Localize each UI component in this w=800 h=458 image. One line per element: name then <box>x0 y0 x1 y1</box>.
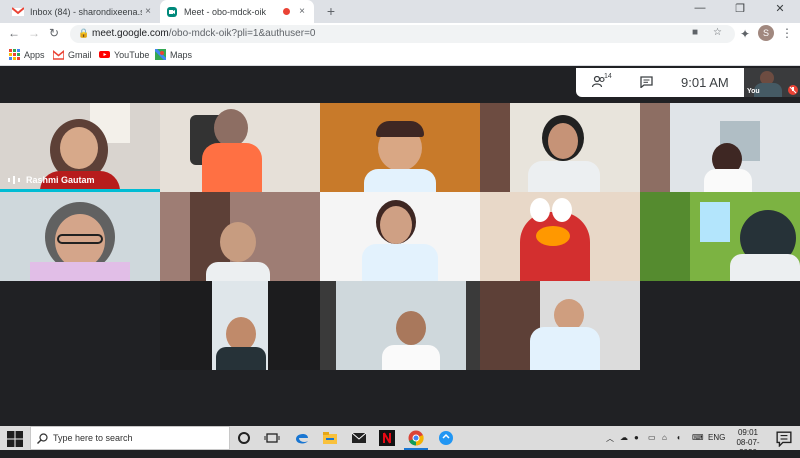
url-text: meet.google.com/obo-mdck-oik?pli=1&authu… <box>92 28 315 39</box>
edge-icon[interactable] <box>294 430 310 446</box>
meeting-ampm: AM <box>709 75 729 90</box>
recording-indicator-icon <box>283 8 290 15</box>
participant-tile[interactable] <box>160 281 320 370</box>
tray-chevron-icon[interactable]: ︿ <box>606 433 614 444</box>
chrome-icon[interactable] <box>408 430 424 446</box>
clock-date: 08-07-2020 <box>736 438 760 457</box>
new-tab-button[interactable]: + <box>322 3 340 19</box>
participant-count: 14 <box>604 73 612 80</box>
participant-tile[interactable] <box>640 192 800 281</box>
participant-name: Rashmi Gautam <box>26 175 95 185</box>
close-tab-icon[interactable]: × <box>296 6 308 17</box>
meet-info-bar: 14 9:01 AM <box>576 68 744 97</box>
system-clock[interactable]: 09:01 08-07-2020 <box>728 428 768 458</box>
netflix-icon[interactable] <box>379 430 395 446</box>
bookmark-maps[interactable]: Maps <box>155 49 192 60</box>
participant-tile[interactable] <box>480 192 640 281</box>
windows-start-icon[interactable] <box>7 431 23 447</box>
forward-icon[interactable]: → <box>26 26 42 40</box>
tab-title: Inbox (84) - sharondixeena.stanley <box>30 6 142 17</box>
network-icon[interactable]: ⌂ <box>662 433 667 442</box>
bookmark-youtube[interactable]: YouTube <box>99 49 149 60</box>
participant-tile[interactable] <box>320 281 480 370</box>
onedrive-icon[interactable]: ☁ <box>620 433 628 442</box>
bookmark-label: YouTube <box>114 49 150 60</box>
battery-icon[interactable]: ▭ <box>648 433 656 442</box>
apps-grid-icon <box>9 49 20 60</box>
lock-icon: 🔒 <box>78 28 90 38</box>
bookmark-label: Gmail <box>68 49 92 60</box>
mic-off-icon <box>788 85 798 95</box>
gmail-icon <box>12 6 24 16</box>
chat-icon[interactable] <box>640 76 653 88</box>
profile-avatar[interactable]: S <box>758 25 774 41</box>
bookmark-label: Maps <box>170 49 193 60</box>
participant-tile[interactable] <box>480 281 640 370</box>
participant-tile[interactable] <box>160 192 320 281</box>
minimize-button[interactable]: — <box>680 2 720 14</box>
keyboard-icon[interactable]: ⌨ <box>692 433 704 442</box>
browser-tab-strip: Inbox (84) - sharondixeena.stanley × Mee… <box>0 0 800 23</box>
bookmark-gmail[interactable]: Gmail <box>53 49 92 60</box>
browser-toolbar: ← → ↻ 🔒 meet.google.com/obo-mdck-oik?pli… <box>0 23 800 45</box>
self-label: You <box>747 88 760 95</box>
bookmarks-bar: Apps Gmail YouTube Maps <box>0 45 800 66</box>
back-icon[interactable]: ← <box>6 26 22 40</box>
reload-icon[interactable]: ↻ <box>46 26 62 40</box>
bookmark-label: Apps <box>24 49 45 60</box>
gmail-icon <box>53 50 64 60</box>
self-view-tile[interactable]: You <box>744 68 800 97</box>
url-path: /obo-mdck-oik?pli=1&authuser=0 <box>168 28 316 39</box>
blue-app-icon[interactable] <box>438 430 454 446</box>
maps-icon <box>155 49 166 60</box>
search-placeholder: Type here to search <box>53 433 133 443</box>
close-window-button[interactable]: ✕ <box>760 2 800 15</box>
participant-tile[interactable] <box>320 103 480 192</box>
meet-icon <box>167 6 177 17</box>
address-bar[interactable]: 🔒 meet.google.com/obo-mdck-oik?pli=1&aut… <box>70 25 735 43</box>
close-tab-icon[interactable]: × <box>142 6 154 17</box>
task-view-icon[interactable] <box>264 430 280 446</box>
camera-icon[interactable]: ■ <box>692 27 698 38</box>
youtube-icon <box>99 51 110 58</box>
tab-title: Meet - obo-mdck-oik <box>184 6 267 17</box>
bookmark-star-icon[interactable]: ☆ <box>713 27 722 38</box>
participant-tile[interactable] <box>480 103 640 192</box>
participant-tile[interactable] <box>0 192 160 281</box>
meeting-clock: 9:01 AM <box>681 75 729 90</box>
volume-icon[interactable]: ◖ <box>676 433 681 442</box>
participant-tile[interactable] <box>160 103 320 192</box>
input-language[interactable]: ENG <box>708 433 725 442</box>
taskbar-search-box[interactable]: Type here to search <box>30 426 230 450</box>
extensions-icon[interactable]: ✦ <box>737 27 753 41</box>
location-icon[interactable]: ● <box>634 433 639 442</box>
maximize-button[interactable]: ❐ <box>720 2 760 15</box>
tab-meet[interactable]: Meet - obo-mdck-oik × <box>160 0 314 23</box>
url-host: meet.google.com <box>92 28 169 39</box>
bookmark-apps[interactable]: Apps <box>9 49 45 60</box>
participant-tile-speaker[interactable]: Rashmi Gautam <box>0 103 160 192</box>
search-icon <box>37 433 48 444</box>
cortana-icon[interactable] <box>236 430 252 446</box>
file-explorer-icon[interactable] <box>322 430 338 446</box>
clock-time: 09:01 <box>737 428 759 437</box>
participant-tile[interactable] <box>320 192 480 281</box>
audio-level-icon <box>8 176 20 184</box>
notifications-icon[interactable] <box>776 431 792 447</box>
menu-icon[interactable]: ⋮ <box>779 26 795 40</box>
participant-tile[interactable] <box>640 103 800 192</box>
tab-gmail[interactable]: Inbox (84) - sharondixeena.stanley × <box>6 0 160 23</box>
mail-icon[interactable] <box>351 430 367 446</box>
meeting-time: 9:01 <box>681 75 707 90</box>
windows-taskbar: Type here to search ︿ ☁ ● ▭ ⌂ ◖ ⌨ ENG 09… <box>0 426 800 457</box>
